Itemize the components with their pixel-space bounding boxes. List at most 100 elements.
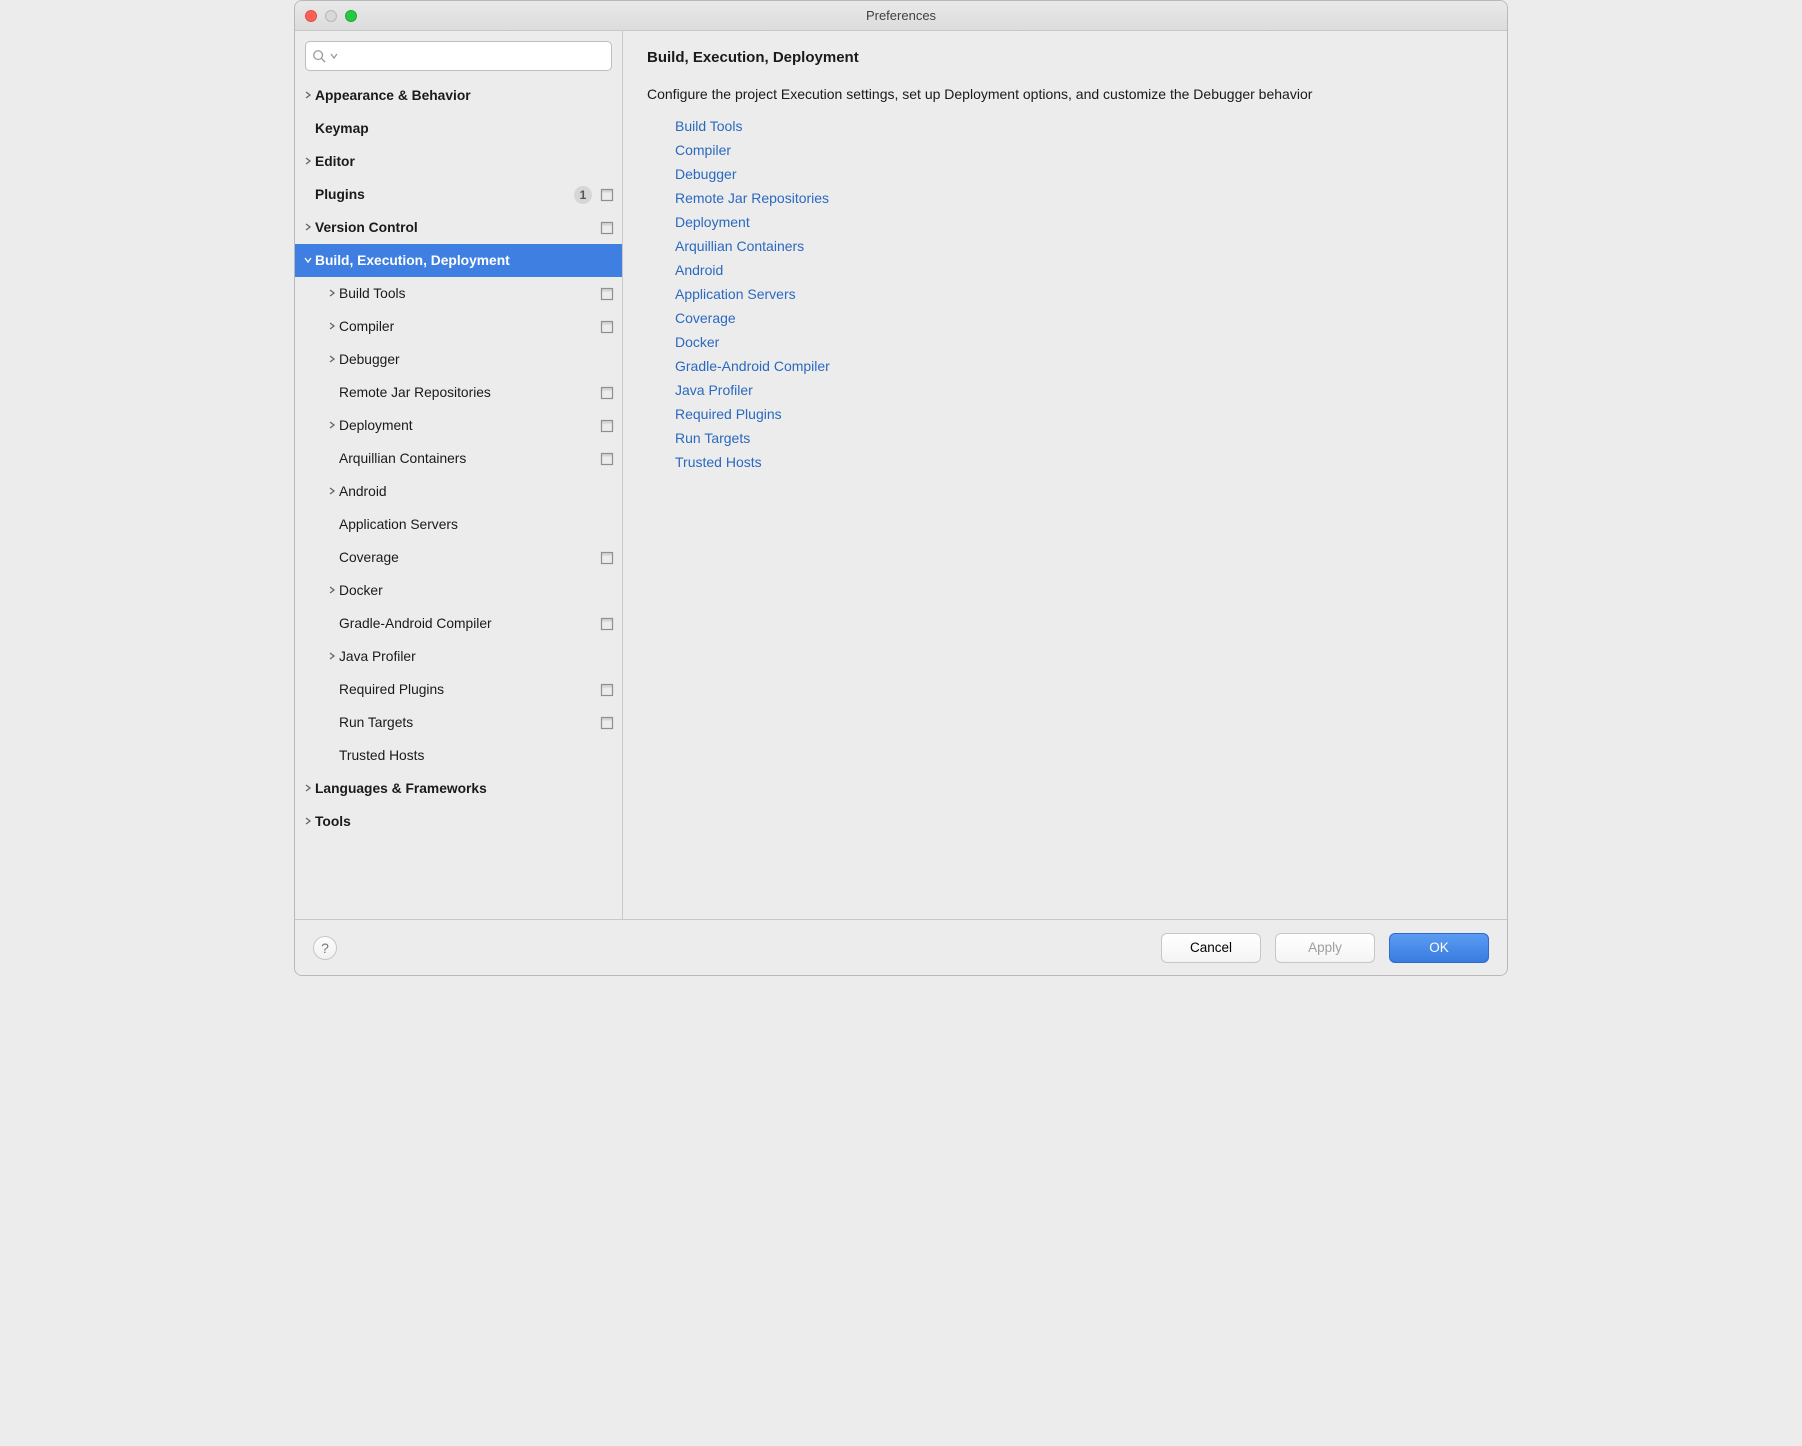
ok-button[interactable]: OK bbox=[1389, 933, 1489, 963]
subsection-link[interactable]: Arquillian Containers bbox=[675, 238, 1483, 254]
subsection-link[interactable]: Application Servers bbox=[675, 286, 1483, 302]
preferences-tree[interactable]: Appearance & Behavior Keymap EditorPlugins… bbox=[295, 79, 622, 919]
tree-item-label: Debugger bbox=[339, 352, 614, 367]
search-icon bbox=[312, 49, 326, 63]
zoom-window-button[interactable] bbox=[345, 10, 357, 22]
tree-item-label: Coverage bbox=[339, 550, 596, 565]
window-body: Appearance & Behavior Keymap EditorPlugins… bbox=[295, 31, 1507, 919]
tree-item[interactable]: Tools bbox=[295, 805, 622, 838]
dialog-footer: ? Cancel Apply OK bbox=[295, 919, 1507, 975]
project-level-settings-icon bbox=[600, 320, 614, 334]
close-window-button[interactable] bbox=[305, 10, 317, 22]
tree-item[interactable]: Appearance & Behavior bbox=[295, 79, 622, 112]
tree-item-label: Run Targets bbox=[339, 715, 596, 730]
tree-item[interactable]: Languages & Frameworks bbox=[295, 772, 622, 805]
project-level-settings-icon bbox=[600, 419, 614, 433]
tree-item[interactable]: Build Tools bbox=[295, 277, 622, 310]
tree-item[interactable]: Plugins1 bbox=[295, 178, 622, 211]
search-history-chevron-icon[interactable] bbox=[330, 52, 338, 60]
chevron-right-icon[interactable] bbox=[325, 651, 339, 663]
tree-item[interactable]: Java Profiler bbox=[295, 640, 622, 673]
subsection-link[interactable]: Run Targets bbox=[675, 430, 1483, 446]
project-level-settings-icon bbox=[600, 683, 614, 697]
tree-item-label: Keymap bbox=[315, 121, 614, 136]
chevron-right-icon[interactable] bbox=[301, 222, 315, 234]
tree-item[interactable]: Arquillian Containers bbox=[295, 442, 622, 475]
help-icon: ? bbox=[321, 940, 329, 956]
chevron-right-icon[interactable] bbox=[301, 783, 315, 795]
preferences-window: Preferences Appearance & Behavior Keymap E… bbox=[294, 0, 1508, 976]
tree-item-label: Appearance & Behavior bbox=[315, 88, 614, 103]
search-input[interactable] bbox=[342, 48, 605, 65]
tree-item-label: Build Tools bbox=[339, 286, 596, 301]
tree-item[interactable]: Remote Jar Repositories bbox=[295, 376, 622, 409]
subsection-link[interactable]: Remote Jar Repositories bbox=[675, 190, 1483, 206]
chevron-right-icon[interactable] bbox=[325, 585, 339, 597]
project-level-settings-icon bbox=[600, 617, 614, 631]
update-count-badge: 1 bbox=[574, 186, 592, 204]
project-level-settings-icon bbox=[600, 221, 614, 235]
subsection-link[interactable]: Debugger bbox=[675, 166, 1483, 182]
subsection-link[interactable]: Build Tools bbox=[675, 118, 1483, 134]
preferences-main-panel: Build, Execution, Deployment Configure t… bbox=[623, 31, 1507, 919]
tree-item-label: Build, Execution, Deployment bbox=[315, 253, 614, 268]
subsection-link[interactable]: Gradle-Android Compiler bbox=[675, 358, 1483, 374]
apply-button[interactable]: Apply bbox=[1275, 933, 1375, 963]
tree-item-label: Deployment bbox=[339, 418, 596, 433]
help-button[interactable]: ? bbox=[313, 936, 337, 960]
tree-item-label: Docker bbox=[339, 583, 614, 598]
tree-item-label: Required Plugins bbox=[339, 682, 596, 697]
chevron-right-icon[interactable] bbox=[301, 816, 315, 828]
project-level-settings-icon bbox=[600, 551, 614, 565]
tree-item-label: Application Servers bbox=[339, 517, 614, 532]
tree-item[interactable]: Keymap bbox=[295, 112, 622, 145]
tree-item-label: Remote Jar Repositories bbox=[339, 385, 596, 400]
cancel-button[interactable]: Cancel bbox=[1161, 933, 1261, 963]
window-title: Preferences bbox=[295, 8, 1507, 23]
tree-item[interactable]: Deployment bbox=[295, 409, 622, 442]
tree-item-label: Version Control bbox=[315, 220, 596, 235]
page-description: Configure the project Execution settings… bbox=[647, 84, 1483, 104]
subsection-link[interactable]: Coverage bbox=[675, 310, 1483, 326]
subsection-link[interactable]: Compiler bbox=[675, 142, 1483, 158]
project-level-settings-icon bbox=[600, 287, 614, 301]
chevron-right-icon[interactable] bbox=[325, 288, 339, 300]
chevron-right-icon[interactable] bbox=[325, 420, 339, 432]
project-level-settings-icon bbox=[600, 452, 614, 466]
window-titlebar: Preferences bbox=[295, 1, 1507, 31]
tree-item[interactable]: Docker bbox=[295, 574, 622, 607]
subsection-link[interactable]: Deployment bbox=[675, 214, 1483, 230]
tree-item[interactable]: Compiler bbox=[295, 310, 622, 343]
chevron-down-icon[interactable] bbox=[301, 255, 315, 267]
tree-item-label: Languages & Frameworks bbox=[315, 781, 614, 796]
tree-item[interactable]: Build, Execution, Deployment bbox=[295, 244, 622, 277]
chevron-right-icon[interactable] bbox=[301, 90, 315, 102]
project-level-settings-icon bbox=[600, 386, 614, 400]
tree-item[interactable]: Required Plugins bbox=[295, 673, 622, 706]
minimize-window-button[interactable] bbox=[325, 10, 337, 22]
chevron-right-icon[interactable] bbox=[325, 486, 339, 498]
chevron-right-icon[interactable] bbox=[301, 156, 315, 168]
chevron-right-icon[interactable] bbox=[325, 354, 339, 366]
tree-item-label: Tools bbox=[315, 814, 614, 829]
subsection-links: Build Tools Compiler Debugger Remote Jar Re… bbox=[647, 118, 1483, 470]
tree-item[interactable]: Trusted Hosts bbox=[295, 739, 622, 772]
tree-item[interactable]: Run Targets bbox=[295, 706, 622, 739]
tree-item-label: Java Profiler bbox=[339, 649, 614, 664]
subsection-link[interactable]: Trusted Hosts bbox=[675, 454, 1483, 470]
tree-item[interactable]: Version Control bbox=[295, 211, 622, 244]
tree-item[interactable]: Editor bbox=[295, 145, 622, 178]
subsection-link[interactable]: Java Profiler bbox=[675, 382, 1483, 398]
subsection-link[interactable]: Android bbox=[675, 262, 1483, 278]
tree-item[interactable]: Debugger bbox=[295, 343, 622, 376]
tree-item[interactable]: Android bbox=[295, 475, 622, 508]
project-level-settings-icon bbox=[600, 188, 614, 202]
search-field[interactable] bbox=[305, 41, 612, 71]
tree-item[interactable]: Gradle-Android Compiler bbox=[295, 607, 622, 640]
window-traffic-lights bbox=[305, 10, 357, 22]
subsection-link[interactable]: Docker bbox=[675, 334, 1483, 350]
tree-item[interactable]: Coverage bbox=[295, 541, 622, 574]
subsection-link[interactable]: Required Plugins bbox=[675, 406, 1483, 422]
chevron-right-icon[interactable] bbox=[325, 321, 339, 333]
tree-item[interactable]: Application Servers bbox=[295, 508, 622, 541]
